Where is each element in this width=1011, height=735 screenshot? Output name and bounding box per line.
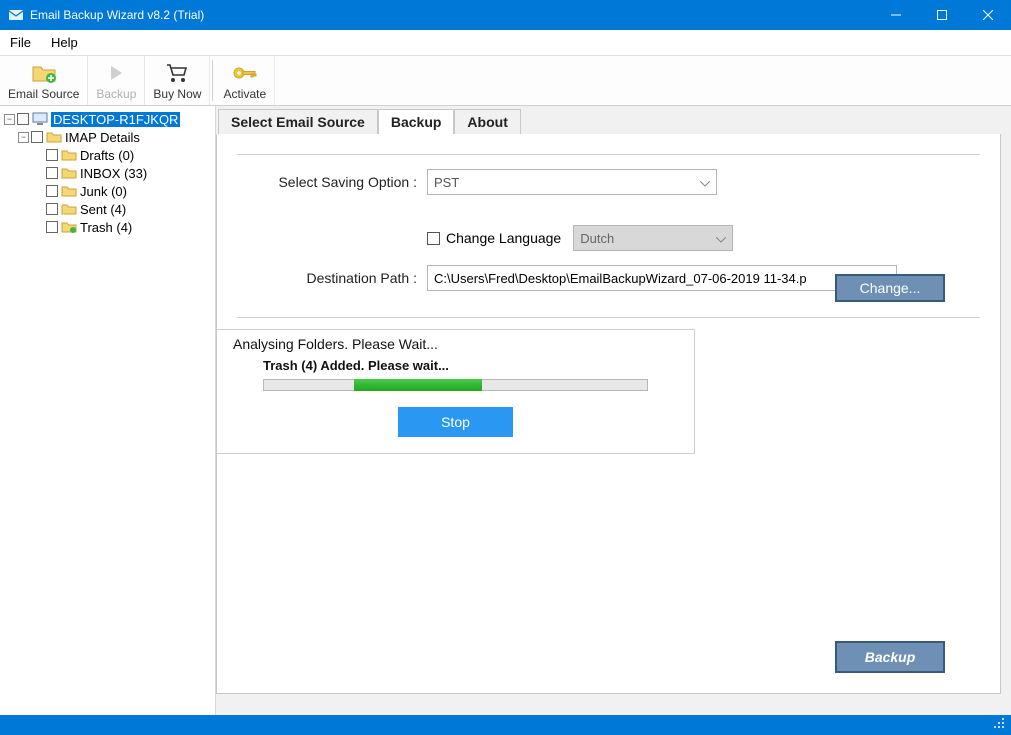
tree-checkbox[interactable] [46,185,58,197]
computer-icon [32,112,48,126]
tab-about[interactable]: About [454,109,520,134]
folder-icon [46,130,62,144]
tree-imap[interactable]: − IMAP Details [4,128,215,146]
progress-title: Analysing Folders. Please Wait... [233,336,678,352]
folder-icon [61,166,77,180]
toolbar-backup[interactable]: Backup [88,56,145,105]
collapse-icon[interactable]: − [4,114,15,125]
tree-folder-trash[interactable]: Trash (4) [4,218,215,236]
tree-imap-label: IMAP Details [65,130,140,145]
tree-folder-label: Junk (0) [80,184,127,199]
tree-checkbox[interactable] [46,149,58,161]
destination-path-value: C:\Users\Fred\Desktop\EmailBackupWizard_… [434,271,807,286]
saving-option-value: PST [434,175,459,190]
menu-help[interactable]: Help [41,35,88,50]
tree-checkbox[interactable] [31,131,43,143]
stop-button[interactable]: Stop [398,407,513,437]
close-button[interactable] [965,0,1011,30]
language-select: Dutch [573,225,733,251]
tree-checkbox[interactable] [17,113,29,125]
menu-file[interactable]: File [0,35,41,50]
folder-add-icon [31,61,57,85]
collapse-icon[interactable]: − [18,132,29,143]
divider [237,154,980,155]
main-panel: Select Email Source Backup About Select … [215,106,1011,715]
chevron-down-icon [700,175,710,190]
resize-grip-icon[interactable] [993,716,1005,734]
cart-icon [165,61,189,85]
app-icon [8,7,24,23]
tree-folder-inbox[interactable]: INBOX (33) [4,164,215,182]
tree-folder-label: Trash (4) [80,220,132,235]
toolbar-email-source-label: Email Source [8,87,79,101]
tree-checkbox[interactable] [46,221,58,233]
change-button[interactable]: Change... [835,274,945,302]
tree-folder-label: Sent (4) [80,202,126,217]
destination-path-input[interactable]: C:\Users\Fred\Desktop\EmailBackupWizard_… [427,265,897,291]
toolbar-activate[interactable]: Activate [215,56,275,105]
tree-checkbox[interactable] [46,203,58,215]
tree-root[interactable]: − DESKTOP-R1FJKQR [4,110,215,128]
key-icon [232,61,258,85]
toolbar-activate-label: Activate [223,87,266,101]
tree-folder-label: INBOX (33) [80,166,147,181]
folder-icon [61,184,77,198]
tree-folder-sent[interactable]: Sent (4) [4,200,215,218]
tree-folder-label: Drafts (0) [80,148,134,163]
window-titlebar: Email Backup Wizard v8.2 (Trial) [0,0,1011,30]
status-bar [0,715,1011,735]
saving-option-select[interactable]: PST [427,169,717,195]
language-value: Dutch [580,231,614,246]
play-icon [106,61,126,85]
backup-button[interactable]: Backup [835,641,945,673]
maximize-button[interactable] [919,0,965,30]
progress-panel: Analysing Folders. Please Wait... Trash … [217,329,695,454]
change-language-label: Change Language [446,230,561,246]
chevron-down-icon [716,231,726,246]
toolbar-buy-now[interactable]: Buy Now [145,56,210,105]
trash-folder-icon [61,220,77,234]
toolbar: Email Source Backup Buy Now Activate [0,56,1011,106]
folder-icon [61,202,77,216]
tree-root-label: DESKTOP-R1FJKQR [51,112,180,127]
progress-bar [263,379,648,391]
divider [237,317,980,318]
window-title: Email Backup Wizard v8.2 (Trial) [30,8,873,22]
tab-content-backup: Select Saving Option : PST Change Langua… [216,134,1001,694]
toolbar-email-source[interactable]: Email Source [0,56,88,105]
minimize-button[interactable] [873,0,919,30]
tree-checkbox[interactable] [46,167,58,179]
change-language-checkbox[interactable] [427,232,440,245]
progress-subtitle: Trash (4) Added. Please wait... [263,358,678,373]
tree-folder-junk[interactable]: Junk (0) [4,182,215,200]
destination-label: Destination Path : [237,270,417,286]
tree-folder-drafts[interactable]: Drafts (0) [4,146,215,164]
menubar: File Help [0,30,1011,56]
saving-option-label: Select Saving Option : [237,174,417,190]
tab-bar: Select Email Source Backup About [216,108,1011,134]
tab-select-source[interactable]: Select Email Source [218,109,378,134]
progress-fill [354,379,482,391]
toolbar-backup-label: Backup [96,87,136,101]
tab-backup[interactable]: Backup [378,109,455,134]
toolbar-buy-label: Buy Now [153,87,201,101]
toolbar-separator [212,60,213,101]
folder-icon [61,148,77,162]
folder-tree: − DESKTOP-R1FJKQR − IMAP Details Drafts … [0,106,215,715]
